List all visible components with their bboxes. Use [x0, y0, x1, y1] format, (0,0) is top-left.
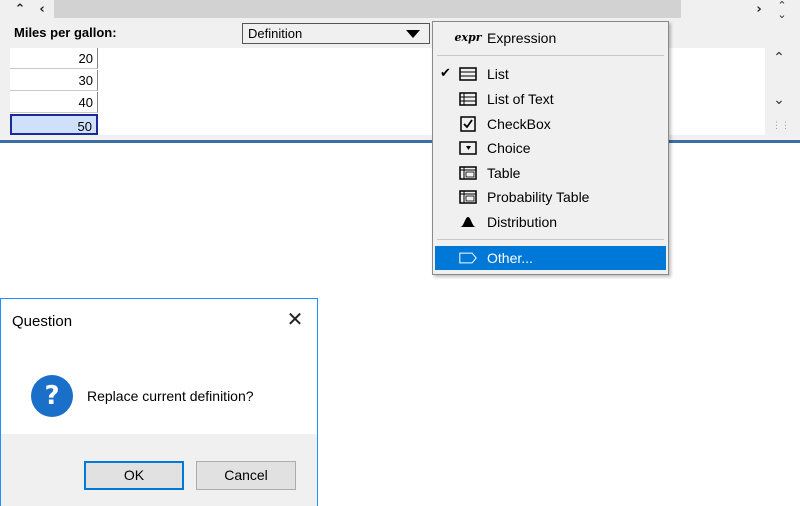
other-icon: [459, 250, 477, 266]
expr-icon: expr: [454, 31, 482, 44]
close-icon[interactable]: ✕: [283, 307, 307, 331]
menu-item-label: Probability Table: [487, 189, 590, 205]
index-label: Miles per gallon:: [14, 25, 117, 40]
edit-table-window: ⌃ ‹ › ⌃ ⌄ Miles per gallon: Definition 20…: [0, 0, 800, 143]
chevron-up-icon[interactable]: ⌃: [12, 0, 28, 18]
menu-item-expression[interactable]: expr Expression: [435, 26, 666, 50]
menu-item-label: Other...: [487, 250, 533, 266]
list-of-text-icon: [459, 91, 477, 107]
scroll-up-icon[interactable]: ⌃: [770, 50, 788, 66]
menu-item-label: List: [487, 66, 509, 82]
menu-item-label: Choice: [487, 140, 531, 156]
menu-item-label: Expression: [487, 30, 557, 46]
ok-button[interactable]: OK: [84, 461, 184, 490]
menu-item-choice[interactable]: Choice: [435, 136, 666, 160]
check-icon: ✔: [440, 66, 451, 81]
menu-item-label: CheckBox: [487, 116, 551, 132]
menu-item-distribution[interactable]: Distribution: [435, 210, 666, 234]
definition-type-menu: expr Expression ✔ List List of Text Chec…: [432, 21, 669, 275]
menu-separator: [437, 239, 664, 240]
menu-item-label: List of Text: [487, 91, 554, 107]
dialog-footer: OK Cancel: [1, 434, 317, 506]
menu-item-other[interactable]: Other...: [435, 246, 666, 270]
dialog-title: Question: [12, 313, 73, 330]
table-icon: [459, 165, 477, 181]
scroll-down-icon[interactable]: ⌄: [770, 92, 788, 108]
table-cell[interactable]: 40: [10, 92, 98, 113]
menu-item-probability-table[interactable]: Probability Table: [435, 185, 666, 209]
resize-grip-icon[interactable]: ⋮⋮: [772, 120, 790, 131]
menu-item-label: Table: [487, 165, 521, 181]
scroll-right-icon[interactable]: ›: [751, 0, 767, 18]
probability-table-icon: [459, 189, 477, 205]
menu-item-list[interactable]: ✔ List: [435, 62, 666, 86]
table-cell[interactable]: 20: [10, 48, 98, 69]
horizontal-scroll-track[interactable]: [54, 0, 681, 18]
top-scrollbar: ⌃ ‹ › ⌃ ⌄: [0, 0, 800, 20]
dialog-message: Replace current definition?: [87, 388, 254, 404]
checkbox-icon: [459, 116, 477, 132]
menu-item-list-of-text[interactable]: List of Text: [435, 87, 666, 111]
menu-item-table[interactable]: Table: [435, 161, 666, 185]
caret-down-icon: [406, 30, 420, 38]
menu-item-checkbox[interactable]: CheckBox: [435, 112, 666, 136]
distribution-icon: [459, 214, 477, 230]
definition-select[interactable]: Definition: [242, 23, 430, 44]
menu-item-label: Distribution: [487, 214, 558, 230]
list-icon: [459, 66, 477, 82]
definition-select-value: Definition: [248, 26, 303, 41]
expand-collapse-icon[interactable]: ⌃ ⌄: [771, 0, 793, 20]
table-cell[interactable]: 30: [10, 70, 98, 91]
question-dialog: Question ✕ ? Replace current definition?…: [0, 298, 318, 506]
choice-icon: [459, 140, 477, 156]
cancel-button[interactable]: Cancel: [196, 461, 296, 490]
scroll-left-icon[interactable]: ‹: [34, 0, 50, 18]
table-cell-selected[interactable]: 50: [10, 114, 98, 135]
menu-separator: [437, 55, 664, 56]
question-icon: ?: [31, 375, 73, 417]
